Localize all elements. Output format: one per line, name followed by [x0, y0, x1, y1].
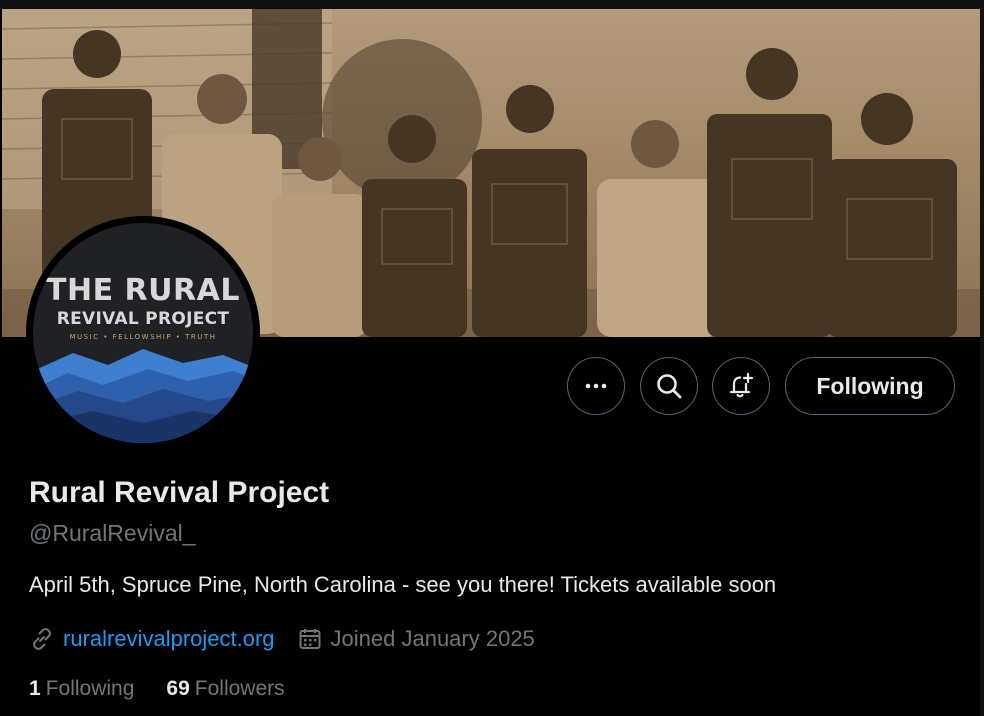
mountains-graphic: [33, 349, 253, 443]
following-stat[interactable]: 1 Following: [29, 677, 134, 701]
search-button[interactable]: [640, 357, 698, 415]
profile-name: Rural Revival Project: [29, 476, 330, 509]
joined-date: Joined January 2025: [330, 626, 535, 651]
following-button[interactable]: Following: [785, 357, 955, 415]
calendar-icon: [297, 626, 323, 652]
profile-avatar[interactable]: THE RURAL REVIVAL PROJECT MUSIC • FELLOW…: [26, 216, 260, 450]
profile-stats: 1 Following 69 Followers: [29, 677, 317, 701]
profile-meta-row: ruralrevivalproject.org Joined January 2…: [29, 624, 535, 654]
more-horizontal-icon: [585, 383, 607, 389]
rural-revival-logo: THE RURAL REVIVAL PROJECT MUSIC • FELLOW…: [33, 223, 253, 443]
logo-tagline: MUSIC • FELLOWSHIP • TRUTH: [69, 333, 217, 341]
profile-handle: @RuralRevival_: [29, 520, 196, 546]
bell-plus-icon: [729, 372, 754, 398]
logo-title-line1: THE RURAL: [46, 273, 240, 308]
right-edge-divider: [980, 9, 984, 716]
following-label: Following: [45, 677, 135, 700]
profile-bio: April 5th, Spruce Pine, North Carolina -…: [29, 572, 777, 597]
followers-label: Followers: [194, 677, 285, 700]
profile-website-link[interactable]: ruralrevivalproject.org: [63, 626, 275, 652]
notifications-button[interactable]: [712, 357, 770, 415]
followers-count: 69: [166, 677, 190, 700]
following-count: 1: [29, 677, 41, 700]
top-strip: [0, 0, 984, 9]
search-icon: [657, 374, 682, 399]
more-button[interactable]: [567, 357, 625, 415]
logo-title-line2: REVIVAL PROJECT: [56, 309, 230, 329]
link-icon: [29, 626, 55, 652]
followers-stat[interactable]: 69 Followers: [166, 677, 284, 701]
